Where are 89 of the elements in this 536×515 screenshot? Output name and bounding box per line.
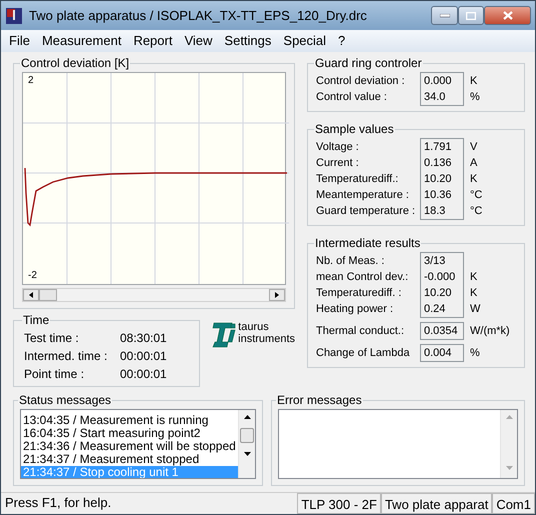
field-value: 0.136 bbox=[424, 156, 453, 171]
left-arrow-icon bbox=[29, 292, 33, 298]
unit-label: W bbox=[470, 302, 480, 317]
field-value: -0.000 bbox=[424, 270, 456, 285]
status-message[interactable]: 21:34:37 / Measurement stopped bbox=[21, 453, 238, 466]
menu-item[interactable]: Measurement bbox=[36, 31, 128, 51]
field-label: Change of Lambda bbox=[316, 346, 411, 361]
field-label: Test time : bbox=[24, 330, 80, 346]
unit-label: A bbox=[470, 156, 478, 171]
status-message[interactable]: 13:04:35 / Measurement is running bbox=[21, 414, 238, 427]
logo-text: taurus bbox=[238, 321, 270, 333]
axis-label: -2 bbox=[28, 270, 37, 281]
scroll-down-icon[interactable] bbox=[244, 452, 250, 456]
field-label: Voltage : bbox=[316, 140, 360, 155]
field-value: 18.3 bbox=[424, 204, 446, 219]
scroll-left-button[interactable] bbox=[23, 289, 39, 301]
menu-item[interactable]: ? bbox=[332, 31, 352, 51]
field-label: Temperaturediff.: bbox=[316, 172, 400, 187]
maximize-icon bbox=[466, 12, 476, 20]
menu-item[interactable]: Special bbox=[277, 31, 332, 51]
group-title: Error messages bbox=[276, 393, 363, 407]
status-message[interactable]: 16:04:35 / Start measuring point2 bbox=[21, 427, 238, 440]
group-title: Intermediate results bbox=[314, 236, 422, 250]
field-label: Temperaturediff. : bbox=[316, 286, 402, 301]
group-title: Time bbox=[22, 313, 50, 327]
group-title: Control deviation [K] bbox=[20, 56, 130, 70]
field-value: 10.36 bbox=[424, 188, 453, 203]
maximize-button[interactable] bbox=[458, 6, 484, 25]
group-title: Status messages bbox=[18, 393, 112, 407]
unit-label: K bbox=[470, 172, 478, 187]
unit-label: °C bbox=[470, 204, 482, 219]
scroll-right-button[interactable] bbox=[269, 289, 285, 301]
horizontal-scrollbar[interactable] bbox=[22, 288, 286, 302]
field-value: 1.791 bbox=[424, 140, 453, 155]
group-title: Sample values bbox=[314, 122, 395, 136]
vertical-scrollbar[interactable] bbox=[238, 410, 255, 478]
unit-label: K bbox=[470, 74, 478, 89]
status-text: TLP 300 - 2F bbox=[297, 493, 381, 514]
field-label: Control value : bbox=[316, 90, 388, 105]
group-title: Guard ring controler bbox=[314, 56, 423, 70]
field-label: Meantemperature : bbox=[316, 188, 410, 203]
status-text: Com1 bbox=[492, 493, 535, 514]
unit-label: K bbox=[470, 286, 478, 301]
time-value: 00:00:01 bbox=[120, 366, 167, 382]
window-title: Two plate apparatus / ISOPLAK_TX-TT_EPS_120_Dry.drc bbox=[29, 6, 367, 25]
field-label: Control deviation : bbox=[316, 74, 406, 89]
field-value: 10.20 bbox=[424, 286, 453, 301]
app-icon bbox=[5, 6, 23, 24]
field-label: Current : bbox=[316, 156, 360, 171]
time-value: 00:00:01 bbox=[120, 348, 167, 364]
value-field: 0.004 bbox=[420, 344, 464, 362]
unit-label: °C bbox=[470, 188, 482, 203]
field-label: Intermed. time : bbox=[24, 348, 108, 364]
unit-label: % bbox=[469, 346, 480, 361]
field-label: Heating power : bbox=[316, 302, 394, 317]
field-label: Thermal conduct.: bbox=[316, 324, 406, 339]
close-icon bbox=[502, 11, 512, 20]
logo-icon bbox=[210, 321, 236, 349]
scroll-up-icon[interactable] bbox=[244, 415, 250, 419]
field-label: mean Control dev.: bbox=[316, 270, 410, 285]
menu-item[interactable]: Report bbox=[127, 31, 178, 51]
field-label: Nb. of Meas. : bbox=[316, 254, 386, 269]
field-value: 10.20 bbox=[424, 172, 453, 187]
status-text: Press F1, for help. bbox=[4, 494, 112, 512]
menu-item[interactable]: File bbox=[3, 31, 36, 51]
axis-label: 2 bbox=[28, 75, 34, 86]
status-text: Two plate apparat bbox=[380, 493, 492, 514]
unit-label: W/(m*k) bbox=[469, 324, 510, 339]
status-message[interactable]: 21:34:36 / Measurement will be stopped bbox=[21, 440, 238, 453]
unit-label: % bbox=[470, 90, 480, 105]
field-value: 34.0 bbox=[424, 90, 446, 105]
right-arrow-icon bbox=[275, 292, 279, 298]
scroll-thumb[interactable] bbox=[39, 289, 57, 301]
unit-label: K bbox=[470, 270, 478, 285]
menu-item[interactable]: View bbox=[178, 31, 218, 51]
field-label: Point time : bbox=[24, 366, 86, 382]
field-value: 0.24 bbox=[424, 302, 446, 317]
time-value: 08:30:01 bbox=[120, 330, 167, 346]
field-value: 3/13 bbox=[424, 254, 446, 269]
menu-item[interactable]: Settings bbox=[218, 31, 278, 51]
logo-text: instruments bbox=[238, 333, 295, 345]
minimize-icon bbox=[440, 14, 450, 18]
close-button[interactable] bbox=[484, 6, 531, 25]
minimize-button[interactable] bbox=[431, 6, 458, 25]
scroll-thumb[interactable] bbox=[240, 428, 254, 443]
unit-label: V bbox=[470, 140, 478, 155]
field-label: Guard temperature : bbox=[316, 204, 416, 219]
field-value: 0.000 bbox=[424, 74, 453, 89]
value-field: 0.0354 bbox=[420, 322, 464, 340]
